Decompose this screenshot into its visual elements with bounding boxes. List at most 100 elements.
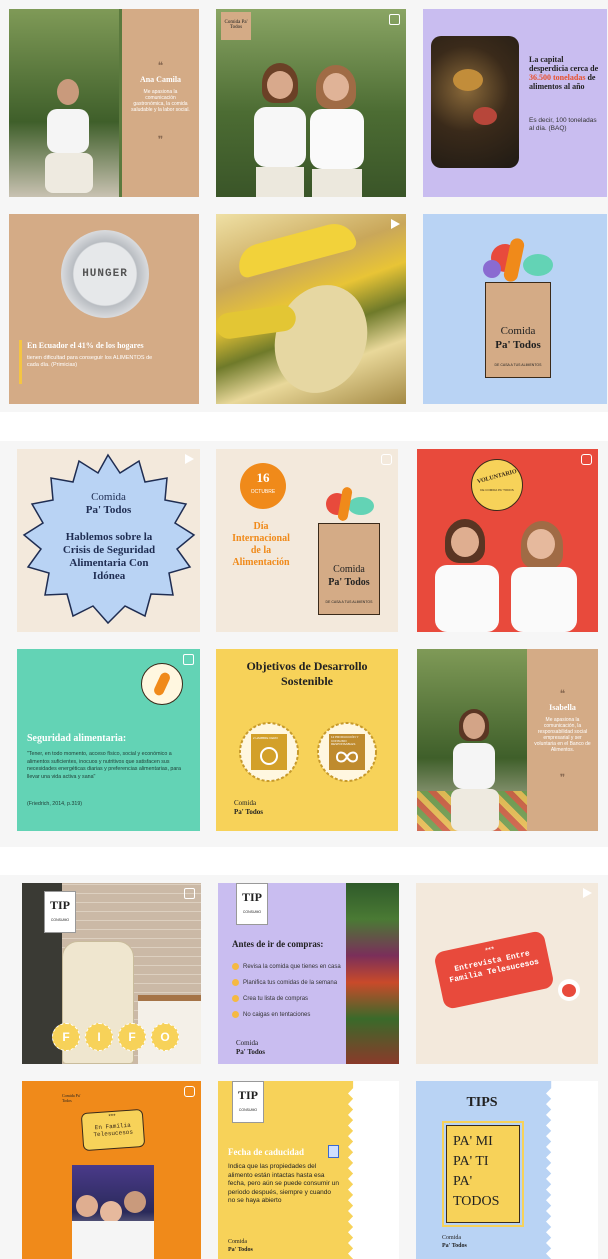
post-food-security-definition[interactable]: Seguridad alimentaria: "Tener, en todo m…	[17, 649, 200, 831]
post-expiry-date[interactable]: TIP CONSUMO Fecha de caducidad Indica qu…	[218, 1081, 399, 1259]
sdg-badge-12-frame	[317, 722, 377, 782]
shopping-item-4-text: No caigas en tentaciones	[243, 1012, 311, 1019]
shopping-item-1-text: Revisa la comida que tienes en casa	[243, 964, 341, 971]
shopping-item-4: No caigas en tentaciones	[232, 1011, 310, 1018]
tips-title: TIPS	[466, 1095, 498, 1110]
tips-line-1: PA' MI	[453, 1134, 493, 1149]
definition-quote: "Tener, en todo momento, acceso físico, …	[27, 751, 181, 780]
accent-bar	[19, 340, 22, 384]
fifo-letter-o: O	[151, 1023, 179, 1051]
brand-line1: Comida	[234, 799, 257, 807]
carousel-icon	[183, 654, 194, 665]
fifo-letter-f1-text: F	[62, 1030, 70, 1044]
person-photo	[451, 709, 499, 831]
person-quote: Me apasiona la comunicación gastronómica…	[131, 89, 190, 113]
tip-label-big: TIP	[241, 890, 262, 904]
sdg-goal-2: 2 HAMBRE CERO	[253, 736, 278, 740]
tip-label-big: TIP	[237, 1088, 258, 1102]
zigzag-edge	[348, 1081, 399, 1259]
bag-brand-line1: Comida	[500, 325, 536, 337]
reel-icon	[381, 454, 392, 465]
brand-line1: Comida	[442, 1235, 461, 1241]
definition-title: Seguridad alimentaria:	[27, 733, 127, 744]
hunger-text: tienen dificultad para conseguir los ALI…	[27, 355, 153, 368]
bag-tagline: DE CASA A TUS ALIMENTOS	[325, 600, 373, 604]
waste-photo-detail-2	[473, 107, 497, 125]
tip-label: TIP CONSUMO	[236, 883, 268, 925]
post-isabella[interactable]: ❝ Isabella Me apasiona la comunicación, …	[417, 649, 598, 831]
brand-line2: Pa' Todos	[234, 808, 263, 816]
person-quote: Me apasiona la comunicación, la responsa…	[534, 717, 591, 753]
veg-photo-strip	[346, 883, 399, 1064]
post-tips[interactable]: TIPS PA' MI PA' TI PA' TODOS Comida Pa' …	[416, 1081, 598, 1259]
volunteer-stamp: VOLUNTARIO DE COMIDA PA' TODOS	[471, 459, 523, 511]
tip-label: TIP CONSUMO	[232, 1081, 264, 1123]
brand-line2: Pa' Todos	[85, 504, 132, 516]
post-team-photo[interactable]: Comida Pa' Todos	[216, 9, 406, 197]
expiry-title: Fecha de caducidad	[228, 1147, 305, 1157]
shopping-title: Antes de ir de compras:	[232, 939, 324, 949]
food-day-title: Día Internacional de la Alimentación	[232, 521, 290, 568]
shopping-item-2-text: Planifica tus comidas de la semana	[243, 980, 338, 987]
expiry-text: Indica que las propiedades del alimento …	[228, 1163, 339, 1204]
veg-leaf	[523, 254, 553, 276]
grocery-bag: Comida Pa' Todos DE CASA A TUS ALIMENTOS	[318, 523, 380, 615]
post-banana-peels[interactable]	[216, 214, 406, 404]
tips-line-4: TODOS	[453, 1194, 500, 1209]
veg-leaf	[348, 497, 374, 515]
reel-icon	[581, 454, 592, 465]
bag-brand-line2: Pa' Todos	[495, 339, 541, 351]
person-name: Ana Camila	[139, 75, 182, 84]
post-hunger-plate[interactable]: HUNGER En Ecuador el 41% de los hogares …	[9, 214, 199, 404]
tip-label-small: CONSUMO	[242, 910, 262, 914]
shopping-item-1: Revisa la comida que tienes en casa	[232, 963, 341, 970]
bag-tagline: DE CASA A TUS ALIMENTOS	[494, 363, 542, 367]
post-food-day[interactable]: 16 OCTUBRE Día Internacional de la Alime…	[216, 449, 398, 632]
post-food-waste-stat[interactable]: La capital desperdicia cerca de 36.500 t…	[423, 9, 607, 197]
studio-photo	[72, 1165, 154, 1259]
post-grid-section-1: ❝ Ana Camila Me apasiona la comunicación…	[0, 0, 608, 412]
fifo-letter-i-text: I	[97, 1030, 101, 1044]
post-family-show[interactable]: Comida Pa' Todos *** En Familia Telesuce…	[22, 1081, 201, 1259]
post-interview[interactable]: *** Entrevista Entre Familia Telesucesos	[416, 883, 598, 1064]
waste-photo-detail	[453, 69, 483, 91]
tips-card: PA' MI PA' TI PA' TODOS	[442, 1121, 524, 1227]
person-name: Isabella	[549, 703, 576, 712]
brand-line2: Pa' Todos	[442, 1243, 467, 1249]
post-shopping-tips[interactable]: TIP CONSUMO Antes de ir de compras: Revi…	[218, 883, 399, 1064]
zigzag-edge	[546, 1081, 598, 1259]
person-photo-left	[431, 519, 503, 632]
fifo-letter-i: I	[85, 1023, 113, 1051]
step-4-icon	[232, 1011, 239, 1018]
sdg-title: Objetivos de Desarrollo Sostenible	[246, 659, 368, 688]
tip-label: TIP CONSUMO	[44, 891, 76, 933]
brand-small: Comida Pa' Todos	[62, 1093, 81, 1103]
fifo-letter-f2: F	[118, 1023, 146, 1051]
post-sdg[interactable]: Objetivos de Desarrollo Sostenible 2 HAM…	[216, 649, 398, 831]
talk-title: Hablemos sobre la Crisis de Seguridad Al…	[62, 531, 156, 582]
sdg-goal-12: 12 PRODUCCIÓN Y CONSUMO RESPONSABLES	[331, 735, 359, 746]
shopping-item-2: Planifica tus comidas de la semana	[232, 979, 337, 986]
step-1-icon	[232, 963, 239, 970]
person-photo	[45, 75, 93, 197]
tips-line-2: PA' TI	[453, 1154, 489, 1169]
brand-line1: Comida	[236, 1039, 259, 1047]
fifo-letter-f2-text: F	[128, 1030, 136, 1044]
person-photo-right	[308, 65, 366, 197]
post-brand-bag[interactable]: Comida Pa' Todos DE CASA A TUS ALIMENTOS	[423, 214, 607, 404]
quote-open-icon: ❝	[157, 61, 164, 72]
post-food-security-talk[interactable]: Comida Pa' Todos Hablemos sobre la Crisi…	[17, 449, 200, 632]
shopping-item-3-text: Crea tu lista de compras	[243, 996, 309, 1003]
grocery-bag: Comida Pa' Todos DE CASA A TUS ALIMENTOS	[485, 282, 551, 378]
post-ana-camila[interactable]: ❝ Ana Camila Me apasiona la comunicación…	[9, 9, 199, 197]
post-fifo-tip[interactable]: TIP CONSUMO F I F O	[22, 883, 201, 1064]
step-2-icon	[232, 979, 239, 986]
family-text: En Familia Telesucesos	[93, 1121, 134, 1139]
post-volunteers[interactable]: VOLUNTARIO DE COMIDA PA' TODOS	[417, 449, 598, 632]
quote-close-icon: ❞	[559, 773, 566, 784]
carousel-icon	[184, 888, 195, 899]
tips-line-3: PA'	[453, 1174, 473, 1189]
stat-highlight: 36.500 toneladas	[529, 73, 586, 82]
quote-panel: ❝ Ana Camila Me apasiona la comunicación…	[122, 9, 199, 197]
stat-headline: La capital desperdicia cerca de 36.500 t…	[529, 55, 603, 91]
